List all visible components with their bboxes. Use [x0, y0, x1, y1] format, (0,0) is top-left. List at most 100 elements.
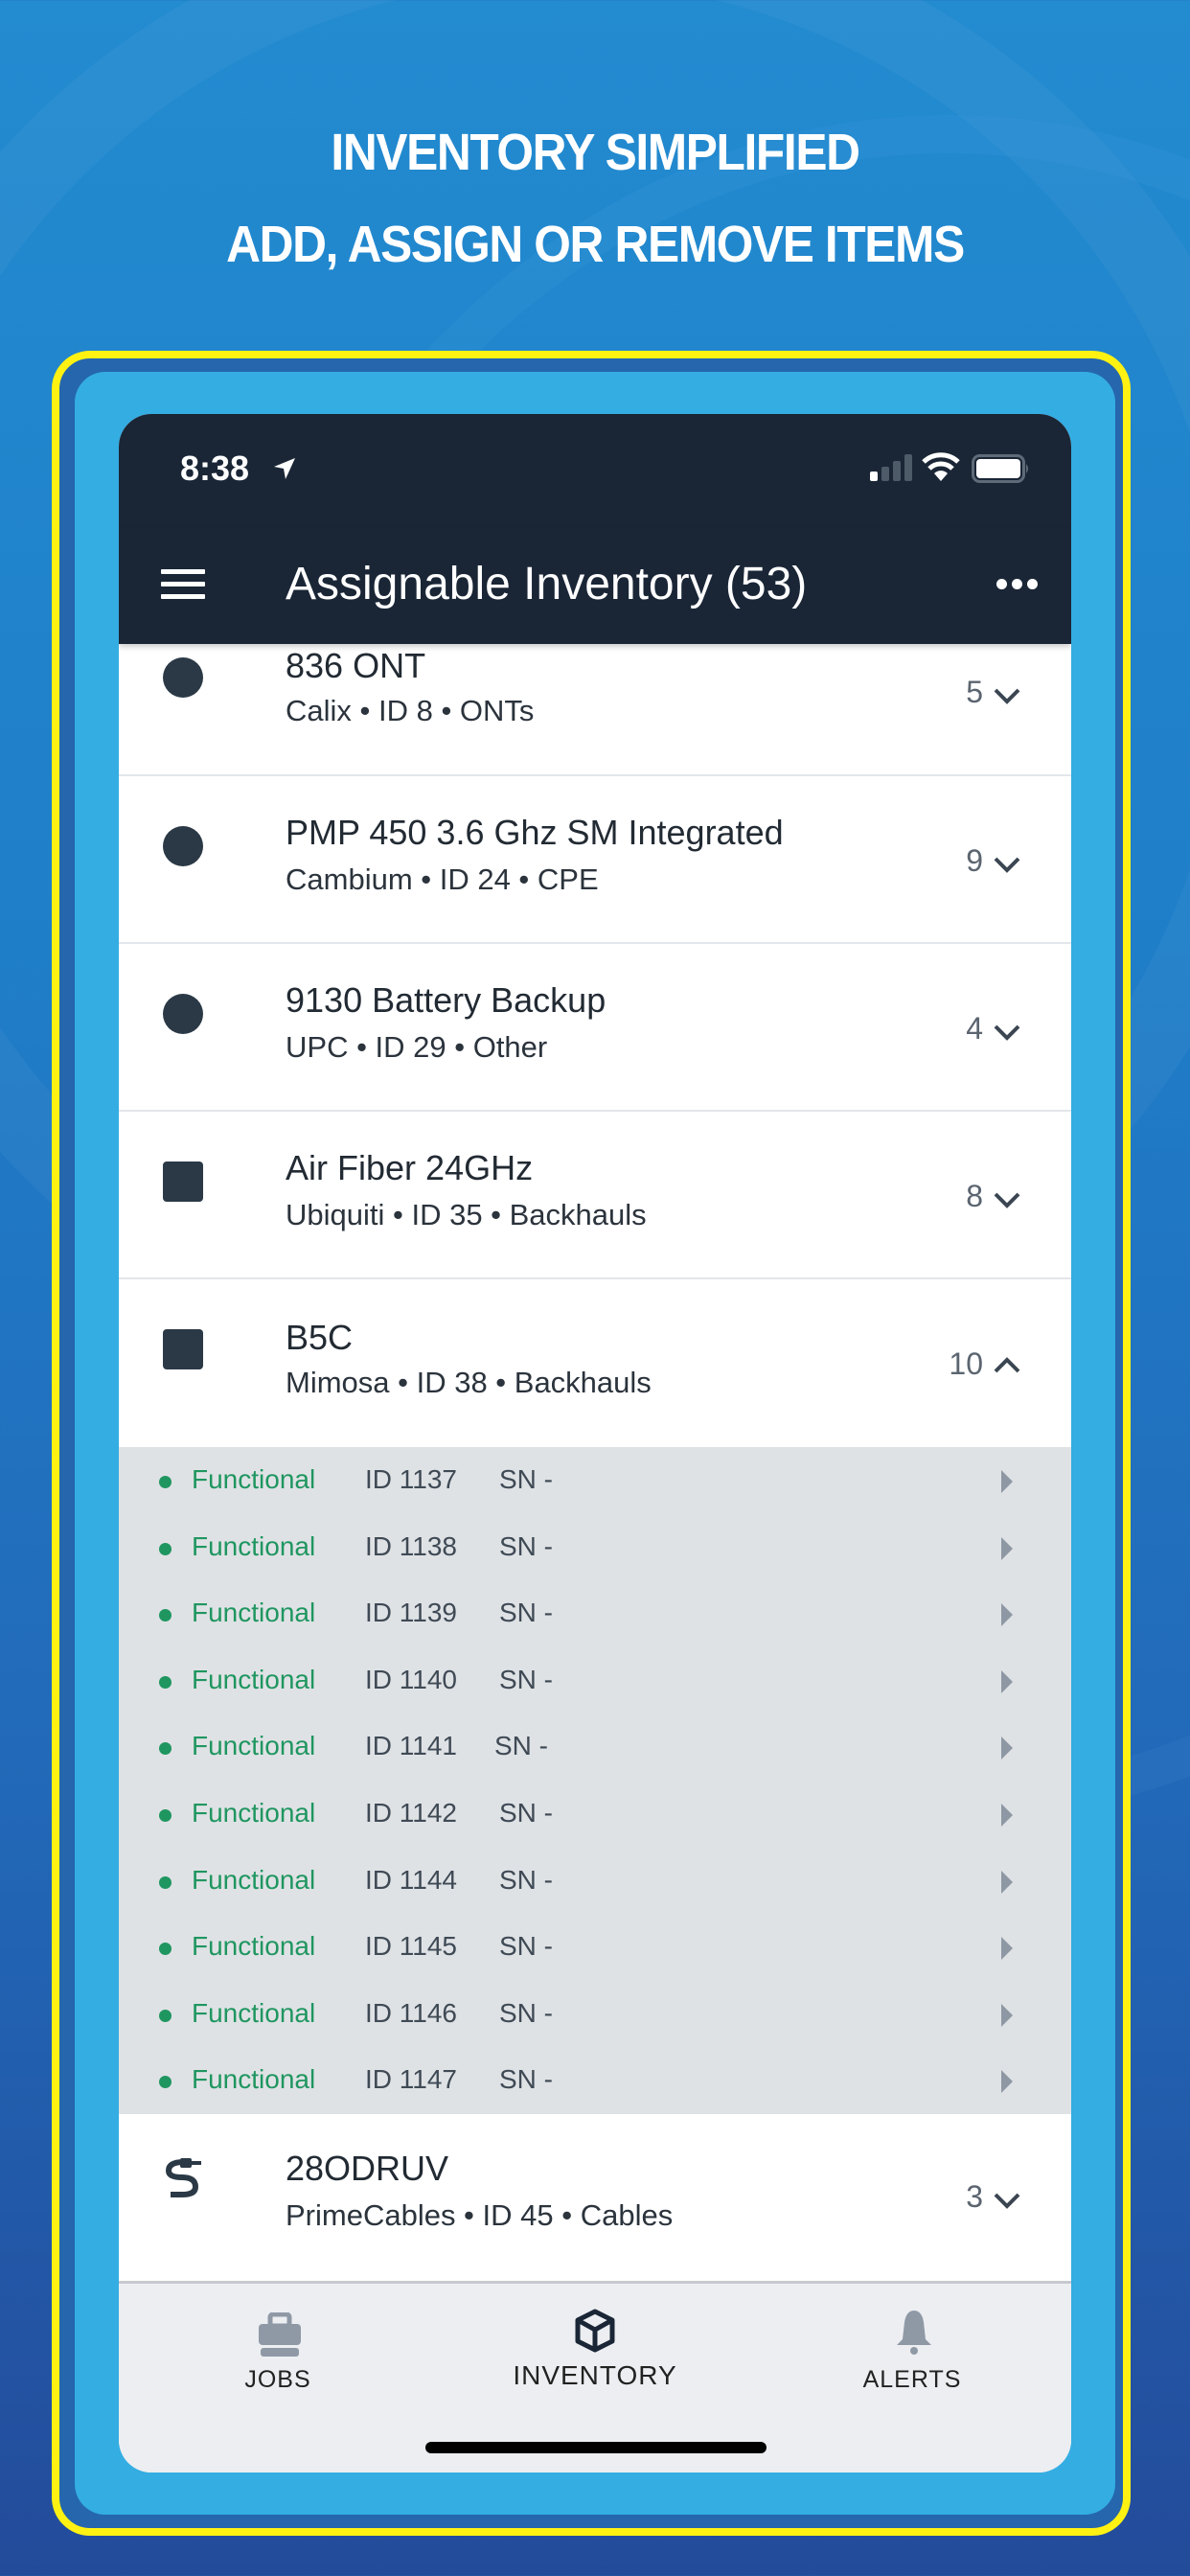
status-dot-icon	[159, 1742, 172, 1756]
chevron-down-icon[interactable]	[993, 2191, 1021, 2210]
more-options-icon[interactable]	[996, 579, 1039, 592]
unit-status: Functional	[192, 1997, 316, 2028]
device-circle-icon	[163, 826, 203, 866]
unit-id: ID 1138	[365, 1530, 457, 1561]
item-count: 10	[949, 1346, 983, 1381]
promo-subheadline: ADD, ASSIGN OR REMOVE ITEMS	[226, 216, 965, 273]
unit-status: Functional	[192, 1931, 316, 1962]
unit-row[interactable]: Functional ID 1147 SN -	[119, 2047, 1071, 2114]
unit-status: Functional	[192, 1797, 316, 1828]
inventory-item[interactable]: PMP 450 3.6 Ghz SM Integrated Cambium • …	[119, 776, 1071, 944]
status-dot-icon	[159, 1808, 172, 1822]
tab-label: ALERTS	[862, 2366, 962, 2393]
device-circle-icon	[163, 994, 203, 1034]
item-count: 4	[966, 1011, 983, 1046]
page-title: Assignable Inventory (53)	[286, 559, 808, 610]
device-square-icon	[163, 1329, 203, 1369]
phone-screen: 8:38 Assignable Inventory (53) 836 ONT C…	[119, 414, 1071, 2472]
unit-row[interactable]: Functional ID 1145 SN -	[119, 1914, 1071, 1981]
unit-row[interactable]: Functional ID 1140 SN -	[119, 1647, 1071, 1714]
tab-label: INVENTORY	[513, 2360, 677, 2390]
item-name: B5C	[286, 1318, 354, 1357]
unit-status: Functional	[192, 1864, 316, 1895]
caret-right-icon	[1001, 1536, 1013, 1560]
unit-serial: SN -	[499, 1530, 553, 1561]
unit-status: Functional	[192, 1598, 316, 1628]
chevron-down-icon[interactable]	[993, 1190, 1021, 1209]
tab-alerts[interactable]: ALERTS	[816, 2284, 1008, 2399]
caret-right-icon	[1001, 1937, 1013, 1961]
item-name: 9130 Battery Backup	[286, 980, 606, 1020]
item-subtitle: Calix • ID 8 • ONTs	[286, 694, 535, 727]
unit-serial: SN -	[499, 1464, 553, 1494]
unit-status: Functional	[192, 1731, 316, 1761]
wifi-icon	[922, 452, 960, 481]
caret-right-icon	[1001, 1803, 1013, 1827]
unit-id: ID 1146	[365, 1997, 457, 2028]
inventory-item-expanded[interactable]: B5C Mimosa • ID 38 • Backhauls 10	[119, 1279, 1071, 1447]
chevron-down-icon[interactable]	[993, 855, 1021, 874]
unit-serial: SN -	[499, 1664, 553, 1694]
item-name: Air Fiber 24GHz	[286, 1148, 534, 1187]
caret-right-icon	[1001, 2070, 1013, 2094]
app-header: Assignable Inventory (53)	[119, 529, 1071, 644]
unit-serial: SN -	[499, 1864, 553, 1895]
chevron-up-icon[interactable]	[993, 1356, 1021, 1375]
caret-right-icon	[1001, 1870, 1013, 1894]
unit-status: Functional	[192, 2064, 316, 2095]
caret-right-icon	[1001, 1470, 1013, 1493]
unit-id: ID 1141	[365, 1731, 457, 1761]
device-square-icon	[163, 1162, 203, 1202]
unit-row[interactable]: Functional ID 1142 SN -	[119, 1781, 1071, 1848]
item-name: 28ODRUV	[286, 2148, 449, 2188]
status-dot-icon	[159, 1476, 172, 1488]
status-dot-icon	[159, 1875, 172, 1889]
promo-headline: INVENTORY SIMPLIFIED	[331, 124, 860, 181]
tab-inventory[interactable]: INVENTORY	[499, 2284, 691, 2399]
inventory-item[interactable]: 28ODRUV PrimeCables • ID 45 • Cables 3	[119, 2113, 1071, 2277]
status-dot-icon	[159, 1943, 172, 1956]
briefcase-icon	[259, 2312, 301, 2357]
unit-id: ID 1147	[365, 2064, 457, 2095]
unit-row[interactable]: Functional ID 1144 SN -	[119, 1848, 1071, 1915]
unit-serial: SN -	[499, 1997, 553, 2028]
item-count: 3	[966, 2178, 983, 2214]
bell-icon	[897, 2311, 931, 2355]
box-icon	[575, 2309, 615, 2353]
location-arrow-icon	[274, 458, 295, 479]
inventory-item[interactable]: 9130 Battery Backup UPC • ID 29 • Other …	[119, 944, 1071, 1112]
unit-row[interactable]: Functional ID 1137 SN -	[119, 1447, 1071, 1514]
item-count: 8	[966, 1179, 983, 1213]
hamburger-menu-icon[interactable]	[161, 569, 205, 604]
status-dot-icon	[159, 1609, 172, 1622]
chevron-down-icon[interactable]	[993, 686, 1021, 705]
unit-id: ID 1137	[365, 1464, 457, 1494]
chevron-down-icon[interactable]	[993, 1023, 1021, 1042]
unit-row[interactable]: Functional ID 1146 SN -	[119, 1981, 1071, 2048]
unit-row[interactable]: Functional ID 1139 SN -	[119, 1580, 1071, 1647]
device-circle-icon	[163, 657, 203, 698]
unit-serial: SN -	[499, 1931, 553, 1962]
cellular-signal-icon	[870, 454, 912, 481]
unit-status: Functional	[192, 1464, 316, 1494]
caret-right-icon	[1001, 1603, 1013, 1627]
home-indicator[interactable]	[425, 2442, 767, 2453]
unit-row[interactable]: Functional ID 1138 SN -	[119, 1514, 1071, 1581]
unit-status: Functional	[192, 1530, 316, 1561]
tab-jobs[interactable]: JOBS	[182, 2284, 374, 2399]
status-bar: 8:38	[119, 414, 1071, 529]
item-name: 836 ONT	[286, 646, 426, 685]
unit-serial: SN -	[499, 1598, 553, 1628]
item-subtitle: Mimosa • ID 38 • Backhauls	[286, 1366, 652, 1399]
unit-id: ID 1144	[365, 1864, 457, 1895]
unit-serial: SN -	[494, 1731, 548, 1761]
unit-id: ID 1145	[365, 1931, 457, 1962]
unit-status: Functional	[192, 1664, 316, 1694]
inventory-list: 836 ONT Calix • ID 8 • ONTs 5 PMP 450 3.…	[119, 644, 1071, 2277]
inventory-item[interactable]: Air Fiber 24GHz Ubiquiti • ID 35 • Backh…	[119, 1112, 1071, 1279]
inventory-item[interactable]: 836 ONT Calix • ID 8 • ONTs 5	[119, 644, 1071, 776]
item-subtitle: Cambium • ID 24 • CPE	[286, 862, 599, 896]
item-subtitle: PrimeCables • ID 45 • Cables	[286, 2197, 674, 2232]
unit-row[interactable]: Functional ID 1141 SN -	[119, 1714, 1071, 1781]
unit-id: ID 1142	[365, 1797, 457, 1828]
